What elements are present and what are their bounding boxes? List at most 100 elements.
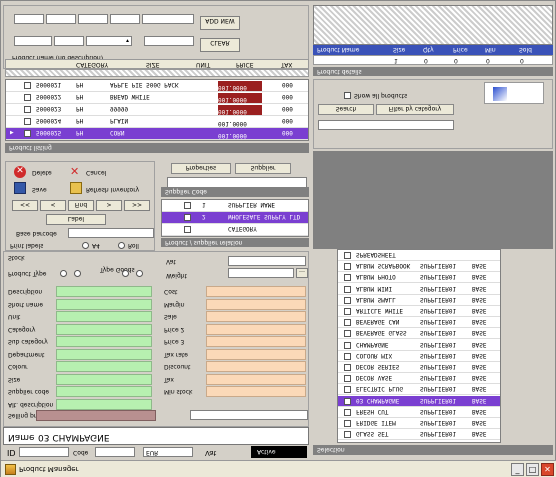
- list-item-checkbox[interactable]: [344, 330, 351, 338]
- list-item-checkbox[interactable]: [344, 263, 351, 271]
- list-item-checkbox[interactable]: [344, 308, 351, 315]
- selling-price-field-2[interactable]: [190, 410, 308, 420]
- save-label[interactable]: Save: [32, 186, 47, 193]
- radio-roll[interactable]: [118, 242, 125, 249]
- col-header-4[interactable]: PRICE: [236, 61, 254, 68]
- filter-field-6[interactable]: [14, 36, 52, 46]
- radio-a4[interactable]: [82, 242, 89, 249]
- goods-radio-2[interactable]: [136, 270, 143, 277]
- filter-dropdown[interactable]: ▾: [86, 36, 132, 46]
- table-row[interactable]: 5000025 PH CORN 001.0000 000 ▶: [6, 128, 308, 140]
- table-row[interactable]: 5000024 PH PLAIN 001.0000 000: [6, 116, 308, 128]
- list-item-checkbox[interactable]: [344, 252, 351, 259]
- list-item[interactable]: BEVERAGE GLASS SUPPLIER01 BASE: [338, 328, 500, 340]
- nav-button[interactable]: <: [40, 200, 66, 211]
- col-header-2[interactable]: SIZE: [146, 61, 159, 68]
- right-col-header[interactable]: Price: [453, 46, 468, 53]
- tab-properties[interactable]: Properties: [171, 163, 231, 174]
- right-top-row[interactable]: 1 0 0 0 0: [313, 55, 553, 65]
- list-item[interactable]: DECOR VASE SUPPLIER01 BASE: [338, 373, 500, 385]
- maximize-button[interactable]: □: [526, 463, 539, 476]
- table-row[interactable]: 5000023 PH 99999 001.0000 000: [6, 104, 308, 116]
- list-item[interactable]: COLOUR MIX SUPPLIER01 BASE: [338, 350, 500, 362]
- delete-icon[interactable]: ✕: [14, 166, 26, 178]
- col-header-3[interactable]: UNIT: [196, 61, 210, 68]
- list-item-checkbox[interactable]: [344, 274, 351, 282]
- weight-field[interactable]: [228, 268, 294, 278]
- refresh-icon[interactable]: [70, 182, 82, 194]
- list-item[interactable]: 03 CHAMPAGNE SUPPLIER01 BASE: [338, 395, 500, 407]
- tab-search[interactable]: Search: [318, 104, 374, 115]
- row-checkbox[interactable]: [24, 130, 31, 137]
- form-left-field[interactable]: [56, 336, 152, 347]
- form-left-field[interactable]: [56, 398, 152, 410]
- form-left-field[interactable]: [56, 386, 152, 397]
- selling-price-field[interactable]: [36, 410, 156, 421]
- filter-field-2[interactable]: [46, 14, 76, 24]
- form-right-field[interactable]: [206, 336, 306, 347]
- vat-field[interactable]: [228, 256, 306, 266]
- filter-field-4[interactable]: [110, 14, 140, 24]
- list-item-checkbox[interactable]: [344, 285, 351, 293]
- code-field[interactable]: [95, 447, 135, 457]
- list-item[interactable]: CHAMPAGNE SUPPLIER01 BASE: [338, 339, 500, 351]
- nav-button[interactable]: >>: [124, 200, 150, 211]
- row-checkbox[interactable]: [24, 82, 31, 89]
- list-item[interactable]: BEVERAGE CAN SUPPLIER01 BASE: [338, 317, 500, 329]
- row-checkbox[interactable]: [24, 94, 31, 101]
- nav-button[interactable]: <<: [12, 200, 38, 211]
- form-left-field[interactable]: [56, 361, 152, 372]
- list-item[interactable]: ALBUM SMALL SUPPLIER01 BASE: [338, 294, 500, 306]
- id-field[interactable]: [19, 447, 69, 457]
- list-item-checkbox[interactable]: [344, 341, 351, 349]
- base-barcode-field[interactable]: [68, 228, 154, 238]
- weight-more-button[interactable]: …: [296, 268, 308, 278]
- form-left-field[interactable]: [56, 298, 152, 310]
- list-item[interactable]: SPREADSHEET: [338, 250, 500, 261]
- list-item-checkbox[interactable]: [344, 420, 351, 427]
- table-row[interactable]: 5000022 PH BREAD WHITE 001.0000 000: [6, 92, 308, 104]
- cancel-icon[interactable]: ✕: [70, 165, 79, 178]
- right-col-header[interactable]: Qty: [423, 46, 434, 53]
- list-item[interactable]: ALBUM MINI SUPPLIER01 BASE: [338, 283, 500, 295]
- filter-field-8[interactable]: [144, 36, 194, 46]
- form-right-field[interactable]: [206, 386, 306, 397]
- name-value[interactable]: 03 CHAMPAGNE: [38, 432, 110, 442]
- list-item[interactable]: ARTICLE WHITE SUPPLIER01 BASE: [338, 306, 500, 317]
- row-checkbox[interactable]: [24, 118, 31, 125]
- form-left-field[interactable]: [56, 323, 152, 335]
- form-right-field[interactable]: [206, 373, 306, 385]
- label-button[interactable]: Label: [46, 214, 106, 225]
- list-item-checkbox[interactable]: [344, 431, 351, 439]
- supplier-row[interactable]: 1 SUPPLIER NAME: [162, 200, 308, 212]
- list-item-checkbox[interactable]: [344, 408, 351, 416]
- list-item[interactable]: ALBUM SCRAPBOOK SUPPLIER01 BASE: [338, 261, 500, 273]
- nav-button[interactable]: >: [96, 200, 122, 211]
- form-left-field[interactable]: [56, 373, 152, 385]
- type-radio-1[interactable]: [60, 270, 67, 277]
- form-right-field[interactable]: [206, 361, 306, 372]
- form-right-field[interactable]: [206, 323, 306, 335]
- form-left-field[interactable]: [56, 348, 152, 360]
- form-left-field[interactable]: [56, 286, 152, 297]
- right-col-header[interactable]: Product Name: [317, 46, 359, 53]
- right-col-header[interactable]: Min: [485, 46, 496, 53]
- supplier-checkbox[interactable]: [184, 226, 191, 233]
- col-header-5[interactable]: TAX: [281, 61, 292, 68]
- form-right-field[interactable]: [206, 298, 306, 310]
- form-left-field[interactable]: [56, 311, 152, 322]
- list-item[interactable]: GLASS SET SUPPLIER01 BASE: [338, 429, 500, 441]
- list-item[interactable]: ALBUM PHOTO SUPPLIER01 BASE: [338, 272, 500, 284]
- supplier-row[interactable]: 2 WHOLESALE SUPPLY LTD: [162, 212, 308, 224]
- list-item-checkbox[interactable]: [344, 296, 351, 304]
- right-col-header[interactable]: Size: [393, 46, 405, 53]
- list-item-checkbox[interactable]: [344, 364, 351, 371]
- form-right-field[interactable]: [206, 311, 306, 322]
- supplier-row[interactable]: CATEGORY: [162, 224, 308, 236]
- list-item-checkbox[interactable]: [344, 397, 351, 405]
- cancel-label[interactable]: Cancel: [86, 169, 106, 176]
- list-item[interactable]: DECOR SERIES SUPPLIER01 BASE: [338, 362, 500, 373]
- scroll-strip[interactable]: [5, 69, 309, 77]
- supplier-checkbox[interactable]: [184, 214, 191, 221]
- list-item-checkbox[interactable]: [344, 352, 351, 360]
